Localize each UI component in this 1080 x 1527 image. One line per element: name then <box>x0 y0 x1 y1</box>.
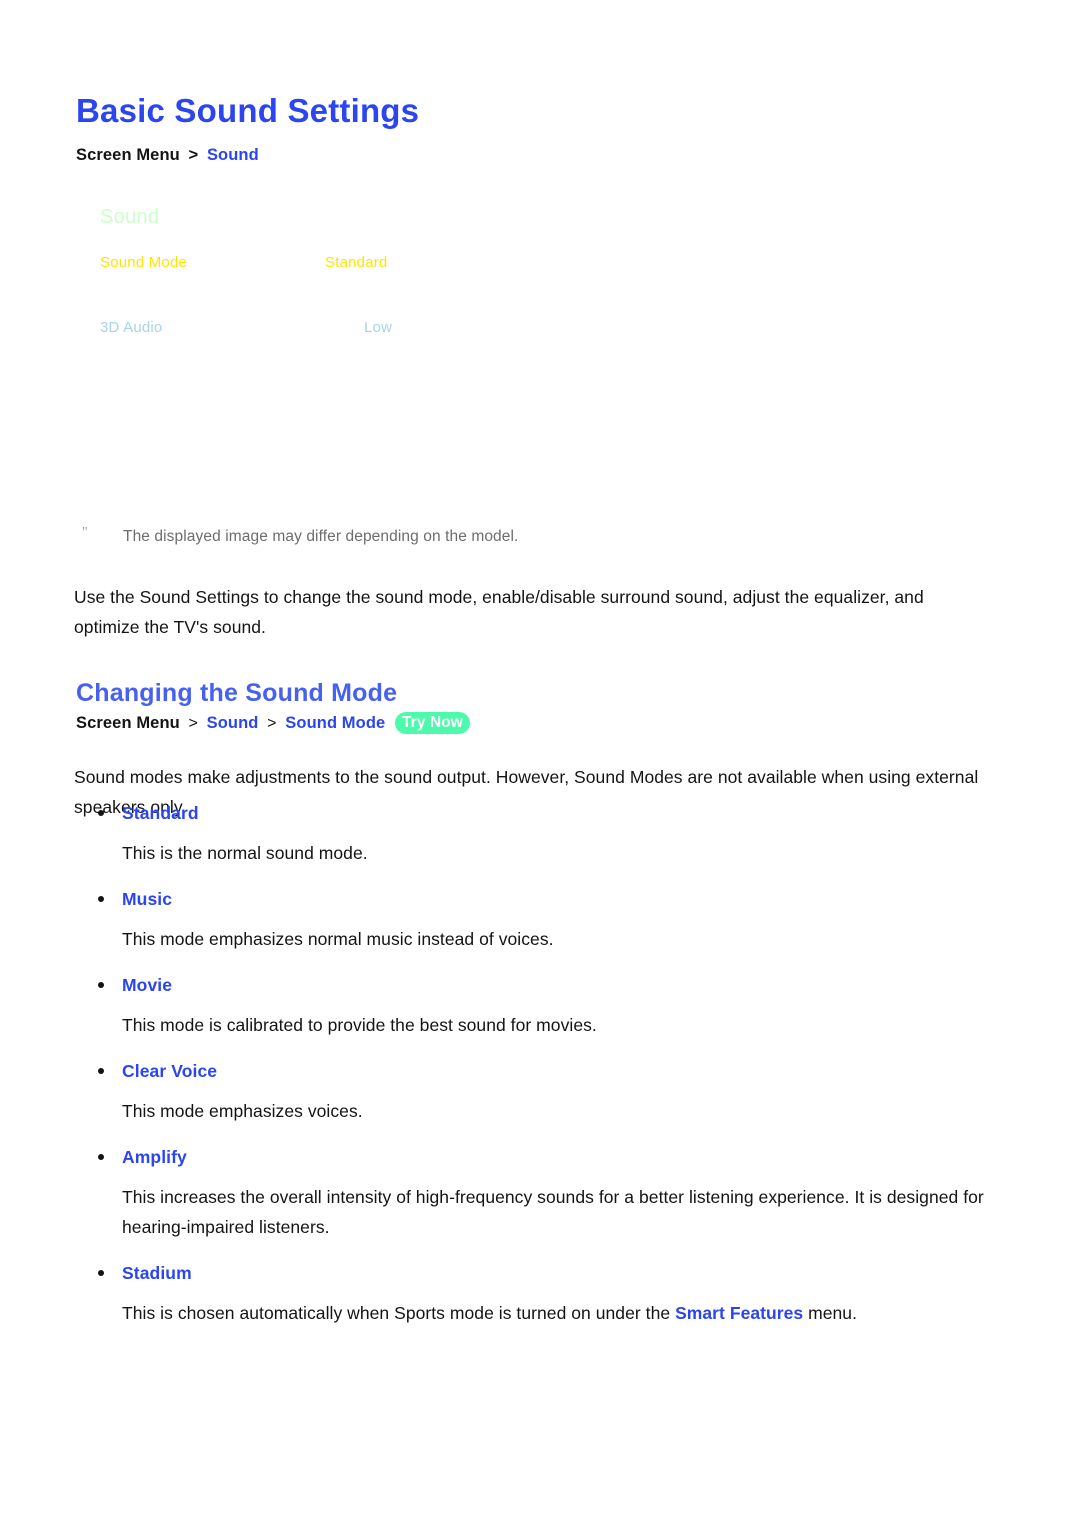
sound-mode-description: This increases the overall intensity of … <box>122 1187 984 1237</box>
tv-menu-row-3d-audio[interactable]: 3D Audio Low <box>76 319 956 341</box>
bullet-dot-icon <box>98 1154 104 1160</box>
section-title: Changing the Sound Mode <box>76 678 398 707</box>
breadcrumb-link-sound[interactable]: Sound <box>207 714 259 732</box>
sound-mode-name: Clear Voice <box>122 1061 218 1081</box>
sound-mode-list: Standard This is the normal sound mode. … <box>74 800 1014 1328</box>
tv-menu-header: Sound <box>100 206 160 228</box>
list-item: Movie This mode is calibrated to provide… <box>74 972 1014 1040</box>
sound-mode-description: This is the normal sound mode. <box>122 843 368 863</box>
sound-mode-heading: Music <box>74 886 1014 912</box>
breadcrumb-section: Screen Menu > Sound > Sound Mode Try Now <box>76 712 470 734</box>
bullet-dot-icon <box>98 896 104 902</box>
sound-mode-heading: Stadium <box>74 1260 1014 1286</box>
inline-link-smart-features[interactable]: Smart Features <box>675 1303 803 1323</box>
page-title: Basic Sound Settings <box>76 92 420 130</box>
note-line: " The displayed image may differ dependi… <box>76 525 976 546</box>
list-item: Music This mode emphasizes normal music … <box>74 886 1014 954</box>
list-item: Clear Voice This mode emphasizes voices. <box>74 1058 1014 1126</box>
tv-menu-row-sound-mode[interactable]: Sound Mode Standard <box>76 254 956 276</box>
sound-mode-heading: Standard <box>74 800 1014 826</box>
bullet-dot-icon <box>98 810 104 816</box>
breadcrumb-separator-icon: > <box>267 715 277 732</box>
sound-mode-name: Amplify <box>122 1147 187 1167</box>
sound-mode-name: Stadium <box>122 1263 192 1283</box>
sound-mode-description: This mode is calibrated to provide the b… <box>122 1015 597 1035</box>
breadcrumb-top: Screen Menu > Sound <box>76 146 259 165</box>
description-text-before: This is chosen automatically when Sports… <box>122 1303 676 1323</box>
tv-menu-label-3d-audio: 3D Audio <box>100 319 163 336</box>
sound-mode-description: This mode emphasizes voices. <box>122 1101 363 1121</box>
sound-mode-name: Movie <box>122 975 173 995</box>
tv-menu-mockup: Sound Sound Mode Standard 3D Audio Low <box>76 196 956 516</box>
sound-mode-name: Standard <box>122 803 199 823</box>
tv-menu-label-sound-mode: Sound Mode <box>100 254 188 271</box>
breadcrumb-separator-icon: > <box>188 146 199 164</box>
bullet-dot-icon <box>98 1068 104 1074</box>
intro-paragraph: Use the Sound Settings to change the sou… <box>74 586 924 637</box>
quote-mark-icon: " <box>82 525 88 540</box>
sound-mode-description: This mode emphasizes normal music instea… <box>122 929 554 949</box>
breadcrumb-static-label: Screen Menu <box>76 714 180 732</box>
note-text: The displayed image may differ depending… <box>123 528 519 545</box>
bullet-dot-icon <box>98 1270 104 1276</box>
sound-mode-heading: Amplify <box>74 1144 1014 1170</box>
bullet-dot-icon <box>98 982 104 988</box>
sound-mode-heading: Clear Voice <box>74 1058 1014 1084</box>
breadcrumb-separator-icon: > <box>188 715 198 732</box>
description-text-after: menu. <box>803 1303 857 1323</box>
sound-mode-heading: Movie <box>74 972 1014 998</box>
breadcrumb-link-sound-mode[interactable]: Sound Mode <box>285 714 385 732</box>
document-page: Basic Sound Settings Screen Menu > Sound… <box>0 0 1080 1527</box>
list-item: Stadium This is chosen automatically whe… <box>74 1260 1014 1328</box>
sound-mode-description: This is chosen automatically when Sports… <box>74 1298 1014 1328</box>
breadcrumb-link-sound[interactable]: Sound <box>207 146 259 164</box>
list-item: Standard This is the normal sound mode. <box>74 800 1014 868</box>
tv-menu-value-3d-audio: Low <box>364 319 393 336</box>
breadcrumb-static-label: Screen Menu <box>76 146 180 164</box>
try-now-badge[interactable]: Try Now <box>394 712 470 734</box>
tv-menu-value-sound-mode: Standard <box>325 254 388 271</box>
sound-mode-name: Music <box>122 889 173 909</box>
list-item: Amplify This increases the overall inten… <box>74 1144 1014 1242</box>
